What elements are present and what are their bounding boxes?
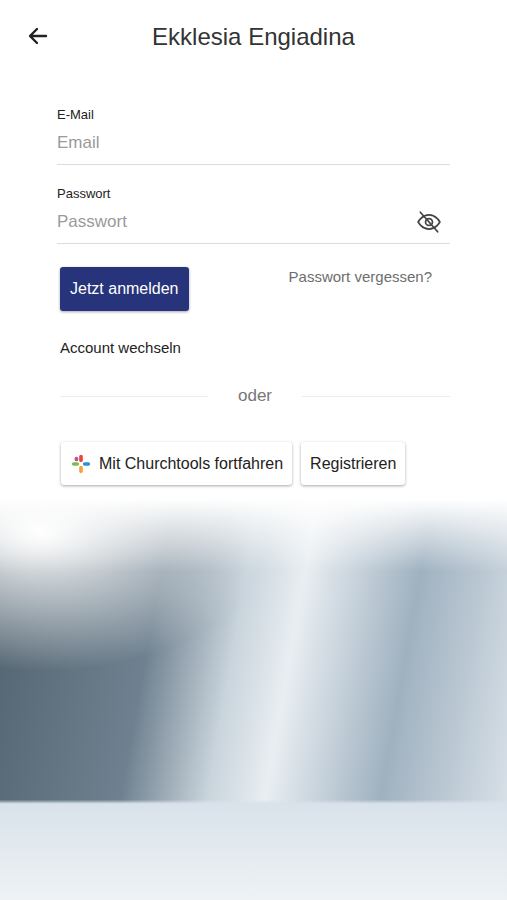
back-button[interactable] xyxy=(20,18,56,54)
form-field: Passwort xyxy=(57,186,450,244)
input-row xyxy=(57,201,450,244)
page-title: Ekklesia Engiadina xyxy=(56,23,451,51)
background-photo xyxy=(0,499,507,900)
password-input[interactable] xyxy=(57,212,416,232)
button-label: Mit Churchtools fortfahren xyxy=(99,455,283,473)
forgot-password-link[interactable]: Passwort vergessen? xyxy=(289,268,432,285)
divider: oder xyxy=(60,386,450,406)
register-button[interactable]: Registrieren xyxy=(301,442,405,485)
alt-buttons: Mit Churchtools fortfahren Registrieren xyxy=(61,442,450,485)
login-button[interactable]: Jetzt anmelden xyxy=(60,267,189,311)
divider-line xyxy=(60,396,208,397)
churchtools-button[interactable]: Mit Churchtools fortfahren xyxy=(61,442,292,485)
field-label: E-Mail xyxy=(57,107,450,122)
email-input[interactable] xyxy=(57,133,450,153)
header: Ekklesia Engiadina xyxy=(0,0,507,76)
button-label: Registrieren xyxy=(310,455,396,473)
churchtools-logo-icon xyxy=(70,453,92,475)
divider-line xyxy=(302,396,450,397)
divider-text: oder xyxy=(208,386,302,406)
eye-slash-icon[interactable] xyxy=(416,209,442,235)
switch-account-link[interactable]: Account wechseln xyxy=(60,339,450,356)
actions-row: Jetzt anmelden Passwort vergessen? xyxy=(57,267,450,311)
login-form: E-Mail Passwort Jetzt anmelden Passwort ver… xyxy=(0,76,507,485)
field-label: Passwort xyxy=(57,186,450,201)
form-field: E-Mail xyxy=(57,107,450,165)
input-row xyxy=(57,122,450,165)
back-arrow-icon[interactable] xyxy=(26,24,50,48)
